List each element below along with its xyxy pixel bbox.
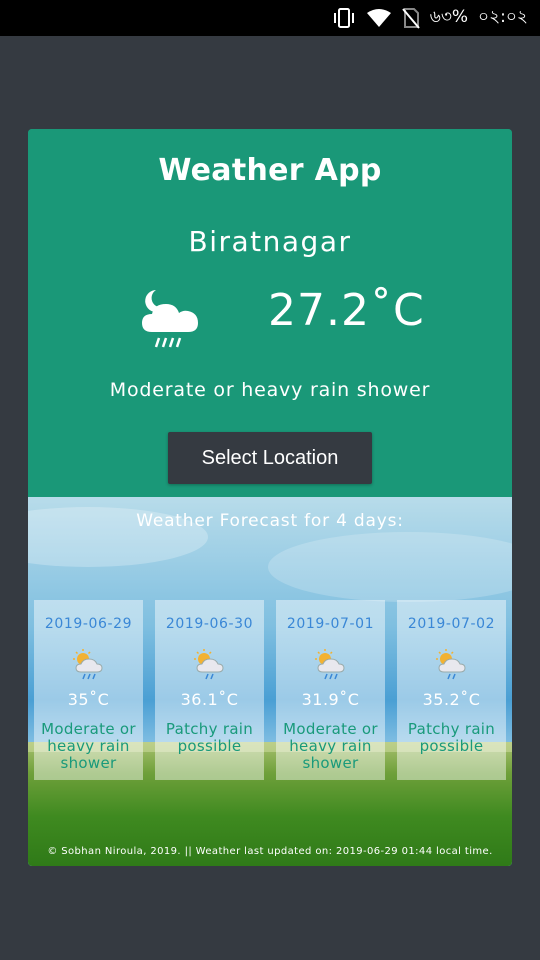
forecast-day-card: 2019-07-01 31.9˚C Moderate or heavy rain…	[276, 600, 385, 780]
sun-rain-cloud-icon	[314, 648, 346, 680]
sun-rain-cloud-icon	[193, 648, 225, 680]
city-name: Biratnagar	[188, 225, 352, 258]
forecast-temperature: 31.9˚C	[301, 690, 360, 709]
vibrate-icon	[332, 7, 356, 29]
forecast-condition: Patchy rain possible	[407, 720, 496, 755]
battery-percent: ৬৩%	[429, 7, 469, 27]
forecast-condition: Moderate or heavy rain shower	[41, 720, 136, 772]
forecast-temperature: 36.1˚C	[180, 690, 239, 709]
moon-rain-cloud-icon	[138, 286, 204, 354]
forecast-section: Weather Forecast for 4 days: 2019-06-29 …	[28, 497, 512, 866]
forecast-temperature: 35˚C	[67, 690, 110, 709]
forecast-date: 2019-07-02	[407, 616, 496, 632]
current-condition: Moderate or heavy rain shower	[109, 379, 431, 401]
clock-time: ০২:০২	[478, 7, 528, 27]
forecast-condition: Moderate or heavy rain shower	[283, 720, 378, 772]
status-bar: ৬৩% ০২:০২	[0, 0, 540, 36]
forecast-day-card: 2019-06-30 36.1˚C Patchy rain possible	[155, 600, 264, 780]
current-weather-panel: Weather App Biratnagar 27.2˚C Moderate o…	[28, 129, 512, 497]
sun-rain-cloud-icon	[435, 648, 467, 680]
wifi-icon	[366, 8, 392, 28]
forecast-day-card: 2019-07-02 35.2˚C Patchy rain possible	[397, 600, 506, 780]
forecast-temperature: 35.2˚C	[422, 690, 481, 709]
forecast-condition: Patchy rain possible	[165, 720, 254, 755]
forecast-date: 2019-06-29	[44, 616, 133, 632]
current-temperature: 27.2˚C	[268, 285, 425, 336]
select-location-button[interactable]: Select Location	[168, 432, 372, 484]
status-icons: ৬৩% ০২:০২	[332, 0, 528, 36]
forecast-date: 2019-07-01	[286, 616, 375, 632]
forecast-date: 2019-06-30	[165, 616, 254, 632]
weather-card: Weather App Biratnagar 27.2˚C Moderate o…	[28, 129, 512, 866]
forecast-day-card: 2019-06-29 35˚C Moderate or heavy rain s…	[34, 600, 143, 780]
sun-rain-cloud-icon	[72, 648, 104, 680]
footer-text: © Sobhan Niroula, 2019. || Weather last …	[47, 846, 493, 857]
no-sim-icon	[402, 7, 420, 29]
forecast-title: Weather Forecast for 4 days:	[136, 511, 404, 531]
app-title: Weather App	[158, 153, 382, 188]
